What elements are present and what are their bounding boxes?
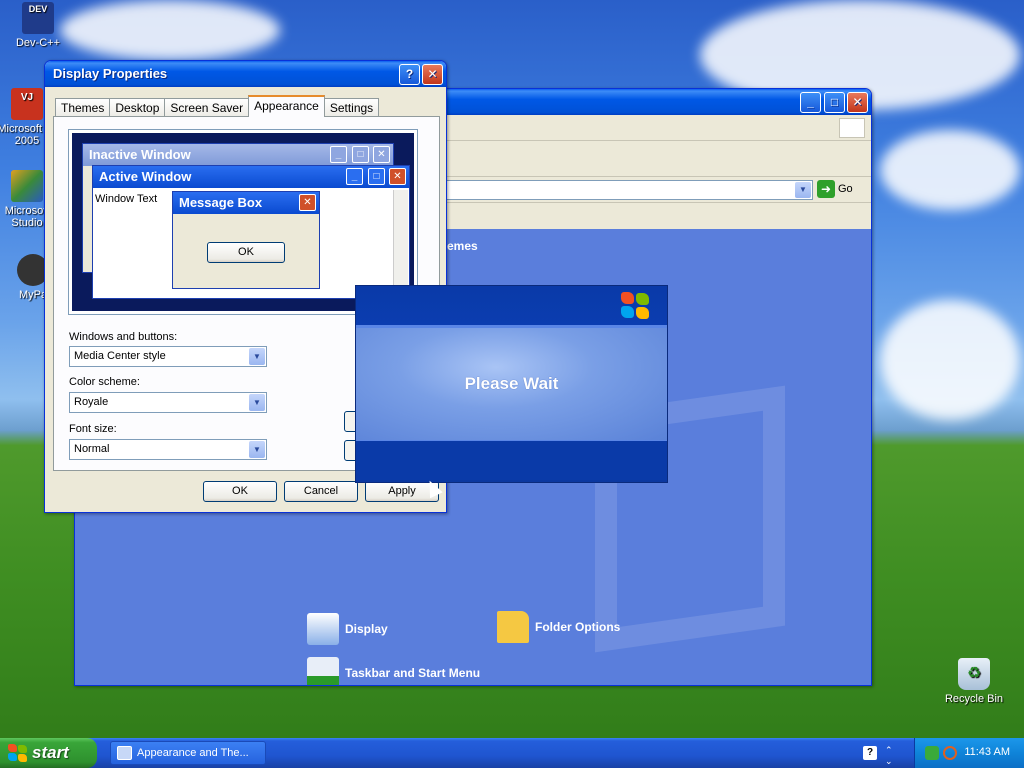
task-label: Taskbar and Start Menu xyxy=(345,666,481,680)
address-input[interactable]: ▼ xyxy=(435,180,813,200)
maximize-button[interactable]: □ xyxy=(824,92,845,113)
close-icon: ✕ xyxy=(299,194,316,211)
preview-inactive-titlebar: Inactive Window _ □ ✕ xyxy=(83,144,393,166)
dialog-titlebar[interactable]: Display Properties ? ✕ xyxy=(45,61,446,87)
please-wait-text: Please Wait xyxy=(464,374,559,393)
please-wait-body: Please Wait xyxy=(356,328,667,440)
close-button[interactable]: ✕ xyxy=(847,92,868,113)
go-label: Go xyxy=(838,182,853,195)
go-arrow-icon: ➜ xyxy=(817,180,835,198)
folder-icon xyxy=(497,611,529,643)
task-folder-options[interactable]: Folder Options xyxy=(497,611,620,643)
preview-active-title: Active Window xyxy=(99,169,192,184)
preview-window-text: Window Text xyxy=(95,193,158,205)
font-size-select[interactable]: Normal ▼ xyxy=(69,439,267,460)
task-taskbar-start-menu[interactable]: Taskbar and Start Menu xyxy=(307,657,480,685)
font-size-value: Normal xyxy=(74,443,110,455)
windows-buttons-select[interactable]: Media Center style ▼ xyxy=(69,346,267,367)
please-wait-dialog: Please Wait xyxy=(355,285,668,483)
start-button[interactable]: start xyxy=(0,738,97,768)
minimize-button[interactable]: _ xyxy=(800,92,821,113)
please-wait-footer xyxy=(356,440,667,480)
studio-icon xyxy=(11,170,43,202)
cloud xyxy=(880,130,1020,210)
task-label: Display xyxy=(345,622,388,636)
preview-message-box: Message Box ✕ OK xyxy=(172,191,320,289)
chevron-down-icon[interactable]: ▼ xyxy=(249,441,265,458)
help-button[interactable]: ? xyxy=(399,64,420,85)
taskbar-icon xyxy=(307,657,339,685)
desktop-icon-devcpp[interactable]: DEV Dev-C++ xyxy=(1,2,75,49)
help-icon[interactable]: ? xyxy=(863,746,877,760)
tab-strip: Themes Desktop Screen Saver Appearance S… xyxy=(55,95,380,117)
please-wait-header xyxy=(356,286,667,328)
task-label: Folder Options xyxy=(535,620,621,634)
tab-appearance[interactable]: Appearance xyxy=(248,95,325,117)
preview-message-titlebar: Message Box ✕ xyxy=(173,192,319,214)
windows-flag-icon xyxy=(839,118,865,138)
taskbar-button-label: Appearance and The... xyxy=(137,747,249,759)
desktop-icon-label: Recycle Bin xyxy=(944,693,1004,705)
tab-desktop[interactable]: Desktop xyxy=(109,98,166,117)
tab-themes[interactable]: Themes xyxy=(55,98,111,117)
clock[interactable]: 11:43 AM xyxy=(964,746,1010,758)
chevron-down-icon[interactable]: ▼ xyxy=(249,348,265,365)
windows-buttons-label: Windows and buttons: xyxy=(69,331,178,343)
color-scheme-select[interactable]: Royale ▼ xyxy=(69,392,267,413)
windows-buttons-value: Media Center style xyxy=(74,350,166,362)
chevron-expand-icon[interactable]: ⌃ ⌄ xyxy=(885,745,893,767)
cancel-button[interactable]: Cancel xyxy=(284,481,358,502)
preview-scrollbar xyxy=(393,190,408,296)
search-icon[interactable] xyxy=(943,746,957,760)
start-label: start xyxy=(32,743,69,762)
taskbar-button-appearance[interactable]: Appearance and The... xyxy=(110,741,266,765)
windows-logo-icon xyxy=(621,292,651,320)
color-scheme-label: Color scheme: xyxy=(69,376,140,388)
system-tray: 11:43 AM xyxy=(914,738,1024,768)
task-display[interactable]: Display xyxy=(307,613,388,645)
desktop-icon-recycle-bin[interactable]: ♻ Recycle Bin xyxy=(937,658,1011,705)
recycle-bin-icon: ♻ xyxy=(958,658,990,690)
devcpp-icon: DEV xyxy=(22,2,54,34)
preview-active-titlebar: Active Window _ □ ✕ xyxy=(93,166,409,188)
close-icon: ✕ xyxy=(389,168,406,185)
maximize-icon: □ xyxy=(368,168,385,185)
jsharp-icon: VJ xyxy=(11,88,43,120)
maximize-icon: □ xyxy=(352,146,369,163)
chevron-down-icon[interactable]: ▼ xyxy=(249,394,265,411)
preview-inactive-title: Inactive Window xyxy=(89,147,191,162)
category-heading: emes xyxy=(447,239,478,253)
minimize-icon: _ xyxy=(330,146,347,163)
preview-message-title: Message Box xyxy=(179,195,263,210)
tab-screen-saver[interactable]: Screen Saver xyxy=(164,98,250,117)
go-button[interactable]: ➜ Go xyxy=(817,180,853,198)
window-icon xyxy=(117,746,132,760)
windows-logo-icon xyxy=(8,744,28,762)
close-button[interactable]: ✕ xyxy=(422,64,443,85)
minimize-icon: _ xyxy=(346,168,363,185)
dialog-title: Display Properties xyxy=(53,66,168,81)
cloud xyxy=(880,300,1020,420)
preview-ok-button: OK xyxy=(207,242,285,263)
close-icon: ✕ xyxy=(373,146,390,163)
tab-settings[interactable]: Settings xyxy=(323,98,380,117)
network-icon[interactable] xyxy=(925,746,939,760)
cloud xyxy=(60,0,280,60)
font-size-label: Font size: xyxy=(69,423,117,435)
display-icon xyxy=(307,613,339,645)
color-scheme-value: Royale xyxy=(74,396,109,408)
chevron-down-icon[interactable]: ▼ xyxy=(795,182,811,198)
ok-button[interactable]: OK xyxy=(203,481,277,502)
desktop-icon-label: Dev-C++ xyxy=(15,37,61,49)
